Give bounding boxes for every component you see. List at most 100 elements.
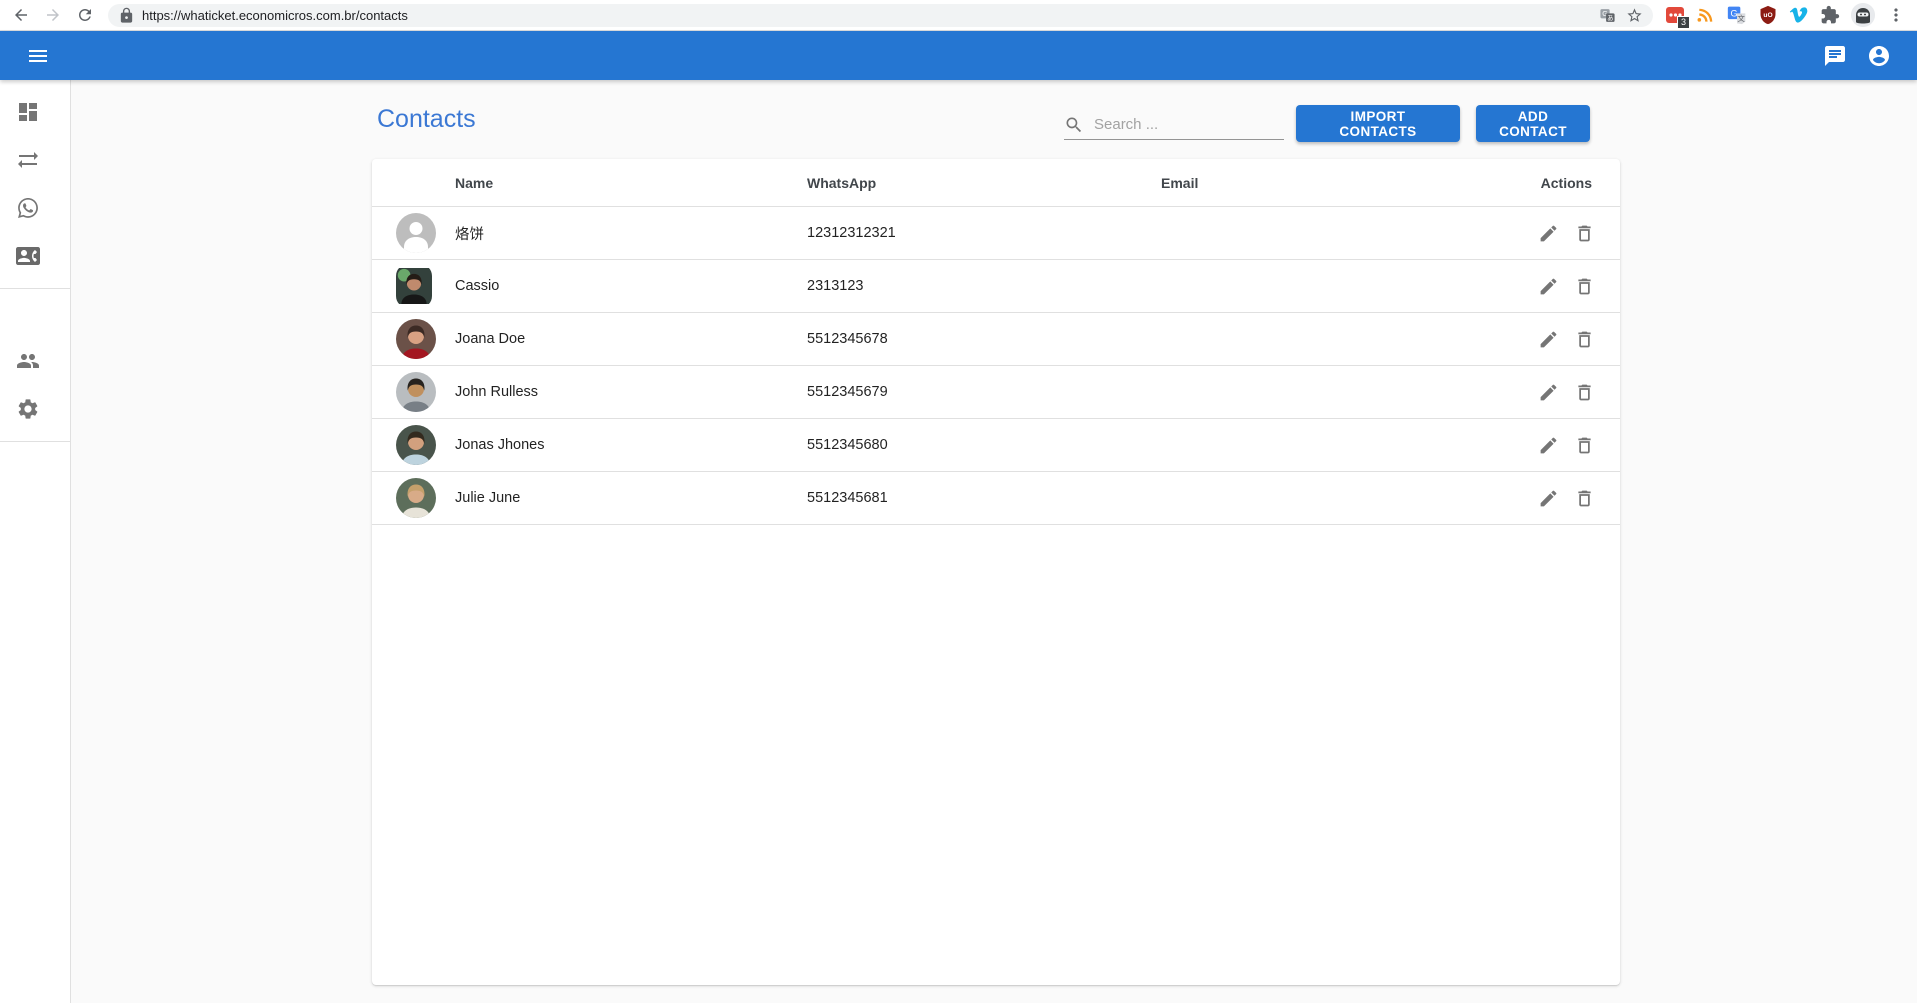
lock-icon xyxy=(118,7,135,24)
address-bar[interactable]: https://whaticket.economicros.com.br/con… xyxy=(108,4,1653,27)
extensions-row: 3 G 文 uO xyxy=(1665,3,1906,27)
account-circle-icon[interactable] xyxy=(1857,34,1901,78)
add-contact-button[interactable]: ADD CONTACT xyxy=(1476,105,1590,142)
browser-menu-kebab-icon[interactable] xyxy=(1886,5,1906,25)
translate-extension-icon[interactable]: G 文 xyxy=(1727,5,1747,25)
svg-text:uO: uO xyxy=(1763,12,1772,19)
edit-contact-button[interactable] xyxy=(1535,326,1561,352)
table-header-row: Name WhatsApp Email Actions xyxy=(372,159,1620,207)
import-contacts-button[interactable]: IMPORT CONTACTS xyxy=(1296,105,1460,142)
avatar xyxy=(396,478,436,518)
sidebar-item-dashboard[interactable] xyxy=(0,88,71,136)
sidebar-divider-bottom xyxy=(0,441,70,442)
contacts-table-card: Name WhatsApp Email Actions xyxy=(372,159,1620,985)
edit-contact-button[interactable] xyxy=(1535,273,1561,299)
forward-icon[interactable] xyxy=(40,2,66,28)
delete-trash-icon xyxy=(1574,223,1595,244)
contact-whatsapp: 12312312321 xyxy=(807,225,1161,241)
sidebar-item-users[interactable] xyxy=(0,337,71,385)
table-row: John Rulless 5512345679 xyxy=(372,366,1620,419)
header-email: Email xyxy=(1161,175,1535,191)
search-field xyxy=(1064,110,1284,140)
url-text: https://whaticket.economicros.com.br/con… xyxy=(142,8,1589,23)
sidebar-item-tickets[interactable] xyxy=(0,184,71,232)
avatar xyxy=(396,319,436,359)
contact-name: Jonas Jhones xyxy=(455,437,807,453)
back-icon[interactable] xyxy=(8,2,34,28)
delete-trash-icon xyxy=(1574,329,1595,350)
sidebar-item-settings[interactable] xyxy=(0,385,71,433)
connections-swap-icon xyxy=(16,148,40,172)
settings-gear-icon xyxy=(16,397,40,421)
avatar xyxy=(396,264,432,308)
red-extension-icon[interactable]: 3 xyxy=(1665,5,1685,25)
contact-name: John Rulless xyxy=(455,384,807,400)
chat-icon[interactable] xyxy=(1813,34,1857,78)
extension-badge: 3 xyxy=(1677,16,1690,29)
menu-hamburger-icon[interactable] xyxy=(16,34,60,78)
edit-contact-button[interactable] xyxy=(1535,379,1561,405)
contact-name: Julie June xyxy=(455,490,807,506)
dashboard-icon xyxy=(16,100,40,124)
bookmark-star-icon[interactable] xyxy=(1626,7,1643,24)
delete-trash-icon xyxy=(1574,382,1595,403)
extensions-puzzle-icon[interactable] xyxy=(1820,5,1840,25)
svg-text:あ: あ xyxy=(1607,14,1613,22)
avatar xyxy=(396,213,436,253)
contact-whatsapp: 5512345679 xyxy=(807,384,1161,400)
edit-pencil-icon xyxy=(1538,382,1559,403)
delete-trash-icon xyxy=(1574,276,1595,297)
edit-contact-button[interactable] xyxy=(1535,432,1561,458)
edit-contact-button[interactable] xyxy=(1535,220,1561,246)
header-actions: Actions xyxy=(1535,175,1596,191)
page-title: Contacts xyxy=(377,105,476,134)
whatsapp-icon xyxy=(16,196,40,220)
table-row: Jonas Jhones 5512345680 xyxy=(372,419,1620,472)
delete-contact-button[interactable] xyxy=(1571,432,1597,458)
search-input[interactable] xyxy=(1094,116,1264,133)
contact-name: Joana Doe xyxy=(455,331,807,347)
svg-text:文: 文 xyxy=(1737,13,1745,23)
delete-contact-button[interactable] xyxy=(1571,273,1597,299)
users-people-icon xyxy=(16,349,40,373)
sidebar-item-connections[interactable] xyxy=(0,136,71,184)
screen: https://whaticket.economicros.com.br/con… xyxy=(0,0,1917,1003)
contact-whatsapp: 5512345680 xyxy=(807,437,1161,453)
table-row: 烙饼 12312312321 xyxy=(372,207,1620,260)
delete-contact-button[interactable] xyxy=(1571,220,1597,246)
sidebar xyxy=(0,80,71,1003)
table-row: Julie June 5512345681 xyxy=(372,472,1620,525)
contact-whatsapp: 5512345681 xyxy=(807,490,1161,506)
contact-name: Cassio xyxy=(455,278,807,294)
avatar xyxy=(396,372,436,412)
edit-pencil-icon xyxy=(1538,223,1559,244)
browser-toolbar: https://whaticket.economicros.com.br/con… xyxy=(0,0,1917,31)
vimeo-extension-icon[interactable] xyxy=(1789,5,1809,25)
edit-pencil-icon xyxy=(1538,488,1559,509)
browser-profile-avatar[interactable] xyxy=(1851,3,1875,27)
edit-pencil-icon xyxy=(1538,329,1559,350)
avatar xyxy=(396,425,436,465)
app-bar xyxy=(0,31,1917,80)
contact-name: 烙饼 xyxy=(455,223,807,244)
sidebar-item-contacts[interactable] xyxy=(0,232,71,280)
reload-icon[interactable] xyxy=(72,2,98,28)
ublock-extension-icon[interactable]: uO xyxy=(1758,5,1778,25)
delete-contact-button[interactable] xyxy=(1571,379,1597,405)
rss-extension-icon[interactable] xyxy=(1696,5,1716,25)
contact-whatsapp: 2313123 xyxy=(807,278,1161,294)
header-name: Name xyxy=(455,175,807,191)
main-content: Contacts IMPORT CONTACTS ADD CONTACT Nam… xyxy=(71,80,1917,1003)
delete-contact-button[interactable] xyxy=(1571,485,1597,511)
search-icon xyxy=(1064,115,1084,135)
delete-contact-button[interactable] xyxy=(1571,326,1597,352)
table-row: Joana Doe 5512345678 xyxy=(372,313,1620,366)
edit-contact-button[interactable] xyxy=(1535,485,1561,511)
contact-whatsapp: 5512345678 xyxy=(807,331,1161,347)
edit-pencil-icon xyxy=(1538,276,1559,297)
translate-page-icon[interactable]: G あ xyxy=(1599,7,1616,24)
table-row: Cassio 2313123 xyxy=(372,260,1620,313)
contacts-card-icon xyxy=(16,244,40,268)
header-whatsapp: WhatsApp xyxy=(807,175,1161,191)
delete-trash-icon xyxy=(1574,435,1595,456)
